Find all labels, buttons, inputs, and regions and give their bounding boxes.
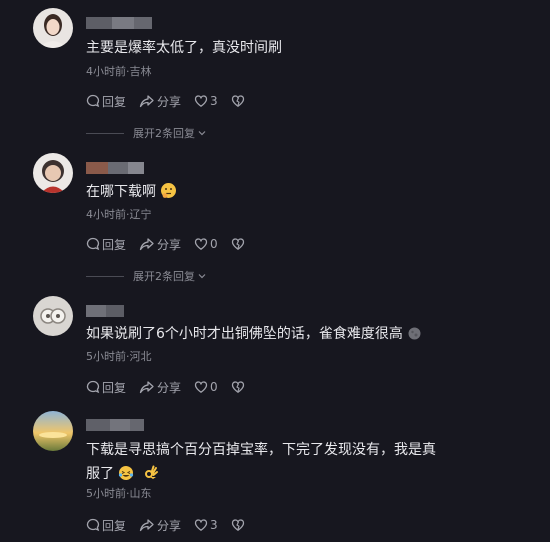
comment-text: 下载是寻思搞个百分百掉宝率，下完了发现没有，我是真 服了 [86, 438, 506, 490]
like-count: 0 [210, 380, 218, 394]
avatar-image-icon [33, 411, 73, 451]
heart-icon [194, 95, 208, 107]
comment-text-line: 下载是寻思搞个百分百掉宝率，下完了发现没有，我是真 [86, 442, 436, 458]
share-button[interactable]: 分享 [139, 379, 181, 396]
reply-button[interactable]: 回复 [86, 93, 126, 110]
comment-text-content: 在哪下载啊 [86, 184, 156, 200]
share-button[interactable]: 分享 [139, 517, 181, 534]
comment-list: 主要是爆率太低了，真没时间刷 4小时前·吉林 回复 分享 3 展开2条回复 在哪… [0, 0, 550, 542]
like-count: 0 [210, 237, 218, 251]
comment-meta: 4小时前·辽宁 [86, 208, 152, 221]
comment-actions: 回复 分享 3 [86, 517, 247, 533]
expand-replies-button[interactable]: 展开2条回复 [86, 269, 207, 283]
reply-label: 回复 [102, 237, 127, 252]
avatar[interactable] [33, 153, 73, 193]
comment-bubble-icon [86, 237, 100, 251]
comment-meta: 4小时前·吉林 [86, 65, 152, 78]
username-blurred[interactable] [86, 419, 144, 431]
comment-actions: 回复 分享 0 [86, 379, 247, 395]
dislike-button[interactable] [231, 237, 247, 251]
avatar-image-icon [33, 296, 73, 336]
username-blurred[interactable] [86, 305, 124, 317]
heart-icon [194, 238, 208, 250]
share-button[interactable]: 分享 [139, 93, 181, 110]
comment-text: 在哪下载啊 [86, 180, 506, 208]
share-label: 分享 [157, 380, 182, 395]
broken-heart-icon [231, 519, 244, 531]
avatar[interactable] [33, 8, 73, 48]
username-blurred[interactable] [86, 17, 152, 29]
comment-text-content: 如果说刷了6个小时才出铜佛坠的话，雀食难度很高 [86, 326, 403, 342]
comment-text: 主要是爆率太低了，真没时间刷 [86, 40, 282, 56]
heart-icon [194, 381, 208, 393]
expand-replies-button[interactable]: 展开2条回复 [86, 126, 207, 140]
reply-label: 回复 [102, 380, 127, 395]
avatar[interactable] [33, 411, 73, 451]
reply-label: 回复 [102, 94, 127, 109]
like-button[interactable]: 3 [194, 518, 218, 532]
comment-meta: 5小时前·河北 [86, 350, 152, 363]
thinking-face-emoji-icon [160, 182, 177, 208]
like-button[interactable]: 3 [194, 94, 218, 108]
broken-heart-icon [231, 95, 244, 107]
avatar-image-icon [33, 153, 73, 193]
dislike-button[interactable] [231, 518, 247, 532]
dislike-button[interactable] [231, 380, 247, 394]
comment-text-line-2: 服了 [86, 462, 506, 490]
broken-heart-icon [231, 381, 244, 393]
share-arrow-icon [139, 381, 154, 394]
comment-text: 如果说刷了6个小时才出铜佛坠的话，雀食难度很高 [86, 322, 506, 350]
comment-actions: 回复 分享 0 [86, 236, 247, 252]
heart-icon [194, 519, 208, 531]
divider-line [86, 275, 124, 277]
reply-button[interactable]: 回复 [86, 517, 126, 534]
broken-heart-icon [231, 238, 244, 250]
expand-replies-label: 展开2条回复 [133, 270, 195, 283]
expand-replies-label: 展开2条回复 [133, 127, 195, 140]
share-arrow-icon [139, 519, 154, 532]
comment-bubble-icon [86, 94, 100, 108]
share-arrow-icon [139, 238, 154, 251]
reply-label: 回复 [102, 518, 127, 533]
comment-bubble-icon [86, 380, 100, 394]
divider-line [86, 132, 124, 134]
dislike-button[interactable] [231, 94, 247, 108]
share-label: 分享 [157, 518, 182, 533]
reply-button[interactable]: 回复 [86, 236, 126, 253]
comment-actions: 回复 分享 3 [86, 93, 247, 109]
like-count: 3 [210, 94, 218, 108]
like-count: 3 [210, 518, 218, 532]
reply-button[interactable]: 回复 [86, 379, 126, 396]
username-blurred[interactable] [86, 162, 144, 174]
comment-text-content: 服了 [86, 466, 114, 482]
comment-bubble-icon [86, 518, 100, 532]
share-button[interactable]: 分享 [139, 236, 181, 253]
like-button[interactable]: 0 [194, 380, 218, 394]
share-label: 分享 [157, 237, 182, 252]
comment-meta: 5小时前·山东 [86, 487, 152, 500]
chevron-down-icon [198, 274, 206, 279]
gray-moon-emoji-icon [407, 325, 422, 350]
avatar[interactable] [33, 296, 73, 336]
like-button[interactable]: 0 [194, 237, 218, 251]
share-arrow-icon [139, 95, 154, 108]
avatar-image-icon [33, 8, 73, 48]
share-label: 分享 [157, 94, 182, 109]
chevron-down-icon [198, 131, 206, 136]
